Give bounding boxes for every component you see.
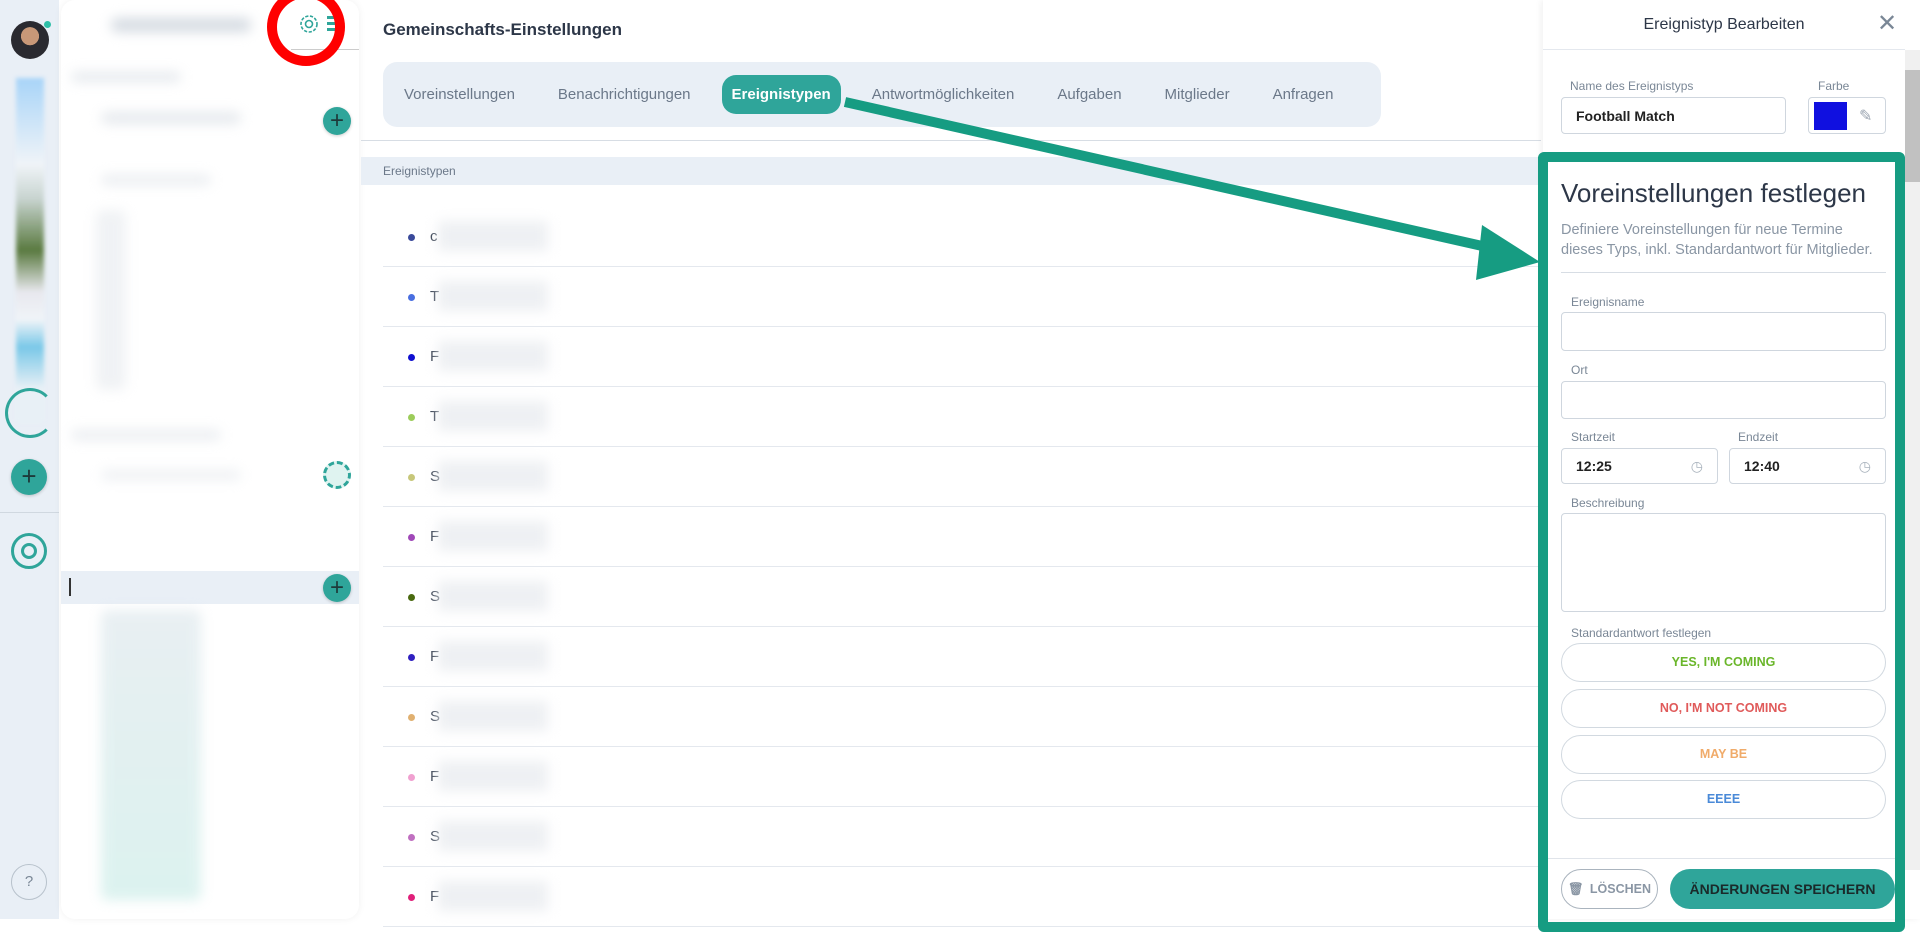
end-time-value: 12:40	[1744, 458, 1780, 474]
list-item[interactable]: T	[383, 387, 1541, 447]
close-icon[interactable]: ✕	[1877, 12, 1897, 36]
tab-ereignistypen[interactable]: Ereignistypen	[721, 75, 841, 114]
list-header: Ereignistypen	[361, 157, 1541, 185]
page-title: Gemeinschafts-Einstellungen	[383, 20, 622, 39]
color-dot	[408, 774, 415, 781]
defaults-title: Voreinstellungen festlegen	[1561, 178, 1867, 208]
blurred-name	[438, 521, 548, 551]
badge-icon	[323, 461, 351, 489]
tab-antwortmoeglichkeiten[interactable]: Antwortmöglichkeiten	[860, 76, 1027, 113]
end-time-input[interactable]: 12:40 ◷	[1729, 448, 1886, 484]
discover-icon[interactable]	[11, 533, 47, 569]
tab-benachrichtigungen[interactable]: Benachrichtigungen	[546, 76, 703, 113]
blurred-name	[438, 401, 548, 431]
blurred-name	[438, 821, 548, 851]
blurred-name	[438, 281, 548, 311]
list-item[interactable]: S	[383, 447, 1541, 507]
panel-title: Ereignistyp Bearbeiten	[1543, 0, 1905, 50]
answer-no-button[interactable]: NO, I'M NOT COMING	[1561, 689, 1886, 728]
add-channel-button[interactable]: +	[323, 107, 351, 135]
start-time-label: Startzeit	[1571, 430, 1616, 444]
panel-scrollbar[interactable]	[1905, 50, 1920, 870]
start-time-input[interactable]: 12:25 ◷	[1561, 448, 1718, 484]
community-avatars[interactable]	[16, 78, 44, 423]
clock-icon: ◷	[1858, 457, 1871, 474]
list-item[interactable]: F	[383, 627, 1541, 687]
default-answer-label: Standardantwort festlegen	[1571, 626, 1712, 640]
answer-maybe-button[interactable]: MAY BE	[1561, 735, 1886, 774]
online-indicator	[44, 21, 51, 28]
end-time-label: Endzeit	[1738, 430, 1779, 444]
delete-label: LÖSCHEN	[1589, 882, 1651, 896]
clock-icon: ◷	[1690, 457, 1703, 474]
tab-mitglieder[interactable]: Mitglieder	[1153, 76, 1242, 113]
footer-divider	[1548, 858, 1895, 859]
tab-anfragen[interactable]: Anfragen	[1261, 76, 1346, 113]
color-dot	[408, 894, 415, 901]
save-changes-button[interactable]: ÄNDERUNGEN SPEICHERN	[1670, 869, 1895, 909]
tab-voreinstellungen[interactable]: Voreinstellungen	[392, 76, 527, 113]
color-swatch[interactable]	[1814, 101, 1847, 130]
tab-aufgaben[interactable]: Aufgaben	[1045, 76, 1133, 113]
list-item[interactable]: F	[383, 867, 1541, 927]
list-item[interactable]: c	[383, 207, 1541, 267]
color-picker[interactable]: ✎	[1808, 97, 1886, 134]
divider	[1561, 272, 1886, 273]
color-dot	[408, 294, 415, 301]
blurred-name	[438, 641, 548, 671]
community-sidebar: + +	[61, 0, 359, 919]
name-label: Name des Ereignistyps	[1570, 79, 1694, 93]
list-item[interactable]: S	[383, 687, 1541, 747]
blurred-name	[438, 761, 548, 791]
answer-eeee-button[interactable]: EEEE	[1561, 780, 1886, 819]
color-dot	[408, 654, 415, 661]
blurred-name	[438, 701, 548, 731]
list-item[interactable]: F	[383, 507, 1541, 567]
blurred-name	[438, 341, 548, 371]
list-item[interactable]: S	[383, 567, 1541, 627]
blurred-name	[438, 221, 548, 251]
description-label: Beschreibung	[1571, 496, 1645, 510]
rail-divider	[0, 512, 59, 513]
start-time-value: 12:25	[1576, 458, 1612, 474]
event-type-name-input[interactable]: Football Match	[1561, 97, 1786, 134]
defaults-description: Definiere Voreinstellungen für neue Term…	[1561, 222, 1873, 258]
color-dot	[408, 834, 415, 841]
help-button[interactable]: ?	[11, 864, 47, 900]
sidebar-item-selected[interactable]	[61, 571, 359, 604]
color-dot	[408, 534, 415, 541]
list-item[interactable]: S	[383, 807, 1541, 867]
color-dot	[408, 474, 415, 481]
add-community-button[interactable]: +	[11, 459, 47, 495]
location-input[interactable]	[1561, 381, 1886, 419]
event-type-name: c	[430, 228, 438, 245]
divider	[361, 140, 1541, 141]
color-dot	[408, 594, 415, 601]
add-channel-button-2[interactable]: +	[323, 574, 351, 602]
user-avatar[interactable]	[11, 21, 49, 59]
color-dot	[408, 714, 415, 721]
event-name-label: Ereignisname	[1571, 295, 1645, 309]
eyedropper-icon[interactable]: ✎	[1859, 106, 1872, 126]
description-textarea[interactable]	[1561, 513, 1886, 612]
list-item[interactable]: F	[383, 747, 1541, 807]
list-item[interactable]: T	[383, 267, 1541, 327]
app-rail: + ?	[0, 0, 59, 919]
color-label: Farbe	[1818, 79, 1850, 93]
location-label: Ort	[1571, 363, 1588, 377]
settings-tabs: Voreinstellungen Benachrichtigungen Erei…	[383, 62, 1381, 127]
color-dot	[408, 414, 415, 421]
community-selected-ring	[5, 388, 55, 438]
trash-icon: 🗑	[1568, 881, 1584, 896]
blurred-name	[438, 881, 548, 911]
color-dot	[408, 354, 415, 361]
event-name-input[interactable]	[1561, 312, 1886, 351]
answer-yes-button[interactable]: YES, I'M COMING	[1561, 643, 1886, 682]
delete-button[interactable]: 🗑 LÖSCHEN	[1561, 869, 1658, 909]
blurred-name	[438, 461, 548, 491]
color-dot	[408, 234, 415, 241]
list-item[interactable]: F	[383, 327, 1541, 387]
blurred-name	[438, 581, 548, 611]
